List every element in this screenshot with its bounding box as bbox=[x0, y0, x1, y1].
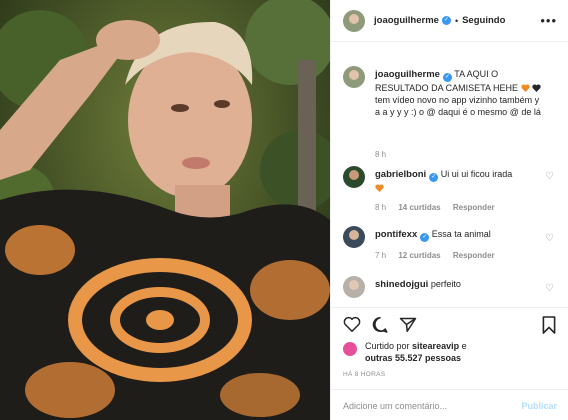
comment-text: pontifexx ✓ Essa ta animal bbox=[375, 228, 545, 242]
author-info: joaoguilherme ✓ • Seguindo bbox=[374, 15, 505, 26]
post-image bbox=[0, 0, 330, 420]
orange-heart-icon bbox=[375, 184, 384, 192]
caption-text: joaoguilherme ✓ TA AQUI O RESULTADO DA CA… bbox=[375, 68, 545, 118]
caption-meta: 8 h bbox=[375, 150, 396, 159]
bookmark-icon[interactable] bbox=[541, 316, 557, 334]
comment-body: perfeito bbox=[430, 279, 461, 289]
liker-avatar[interactable] bbox=[343, 342, 357, 356]
comment-input[interactable] bbox=[343, 398, 493, 414]
caption-avatar[interactable] bbox=[343, 66, 365, 88]
comment-meta: 8 h 14 curtidas Responder bbox=[375, 203, 495, 212]
orange-heart-icon bbox=[520, 84, 530, 92]
like-heart-icon[interactable] bbox=[343, 316, 361, 333]
author-username[interactable]: joaoguilherme bbox=[374, 15, 439, 26]
commenter-username[interactable]: gabrielboni bbox=[375, 169, 426, 180]
verified-icon: ✓ bbox=[429, 173, 439, 182]
comment-body: Ui ui ui ficou irada bbox=[440, 169, 513, 179]
following-button[interactable]: Seguindo bbox=[462, 15, 505, 26]
caption-text-part-2: tem vídeo novo no app vizinho também y a… bbox=[375, 95, 541, 117]
post-side-panel: joaoguilherme ✓ • Seguindo ••• joaoguilh… bbox=[330, 0, 568, 420]
verified-icon: ✓ bbox=[420, 233, 430, 242]
like-comment-icon[interactable]: ♡ bbox=[545, 284, 555, 294]
post-photo[interactable] bbox=[0, 0, 330, 420]
commenter-avatar[interactable] bbox=[343, 166, 365, 188]
reply-button[interactable]: Responder bbox=[453, 251, 495, 260]
liker-username[interactable]: siteareavip bbox=[412, 341, 459, 351]
action-icons bbox=[343, 316, 417, 333]
author-avatar[interactable] bbox=[343, 9, 365, 32]
commenter-username[interactable]: shinedojgui bbox=[375, 279, 428, 290]
likes-text: Curtido por siteareavip e outras 55.527 … bbox=[365, 340, 555, 364]
comment-body: Essa ta animal bbox=[431, 229, 491, 239]
commenter-avatar[interactable] bbox=[343, 276, 365, 298]
comment-item: shinedojgui perfeito ♡ bbox=[343, 276, 557, 306]
caption: joaoguilherme ✓ TA AQUI O RESULTADO DA CA… bbox=[343, 66, 557, 159]
likes-others[interactable]: outras 55.527 pessoas bbox=[365, 353, 461, 363]
comment-text: shinedojgui perfeito bbox=[375, 278, 545, 291]
comment-likes[interactable]: 14 curtidas bbox=[398, 203, 440, 212]
caption-time[interactable]: 8 h bbox=[375, 150, 386, 159]
likes-prefix: Curtido por bbox=[365, 341, 410, 351]
comment-meta: 7 h 12 curtidas Responder bbox=[375, 251, 495, 260]
comment-icon[interactable] bbox=[371, 316, 389, 333]
verified-icon: ✓ bbox=[441, 16, 451, 25]
reply-button[interactable]: Responder bbox=[453, 203, 495, 212]
share-icon[interactable] bbox=[399, 316, 417, 333]
comment-item: pontifexx ✓ Essa ta animal 7 h 12 curtida… bbox=[343, 226, 557, 266]
comment-time[interactable]: 7 h bbox=[375, 251, 386, 260]
comment-item: gabrielboni ✓ Ui ui ui ficou irada 8 h 14… bbox=[343, 166, 557, 216]
add-comment-bar: Publicar bbox=[331, 389, 568, 420]
like-comment-icon[interactable]: ♡ bbox=[545, 172, 555, 182]
comment-text: gabrielboni ✓ Ui ui ui ficou irada bbox=[375, 168, 545, 194]
commenter-username[interactable]: pontifexx bbox=[375, 229, 417, 240]
caption-username[interactable]: joaoguilherme bbox=[375, 69, 440, 80]
black-heart-icon bbox=[532, 84, 541, 92]
more-options-icon[interactable]: ••• bbox=[540, 13, 557, 28]
post-timestamp[interactable]: HÁ 8 HORAS bbox=[343, 371, 385, 378]
comment-time[interactable]: 8 h bbox=[375, 203, 386, 212]
instagram-post: joaoguilherme ✓ • Seguindo ••• joaoguilh… bbox=[0, 0, 568, 420]
publish-button[interactable]: Publicar bbox=[521, 401, 557, 411]
post-actions: Curtido por siteareavip e outras 55.527 … bbox=[331, 307, 568, 420]
like-comment-icon[interactable]: ♡ bbox=[545, 234, 555, 244]
likes-middle: e bbox=[461, 341, 467, 351]
post-header: joaoguilherme ✓ • Seguindo ••• bbox=[331, 0, 568, 42]
verified-icon: ✓ bbox=[442, 73, 452, 82]
commenter-avatar[interactable] bbox=[343, 226, 365, 248]
separator-dot: • bbox=[454, 15, 459, 26]
comment-likes[interactable]: 12 curtidas bbox=[398, 251, 440, 260]
